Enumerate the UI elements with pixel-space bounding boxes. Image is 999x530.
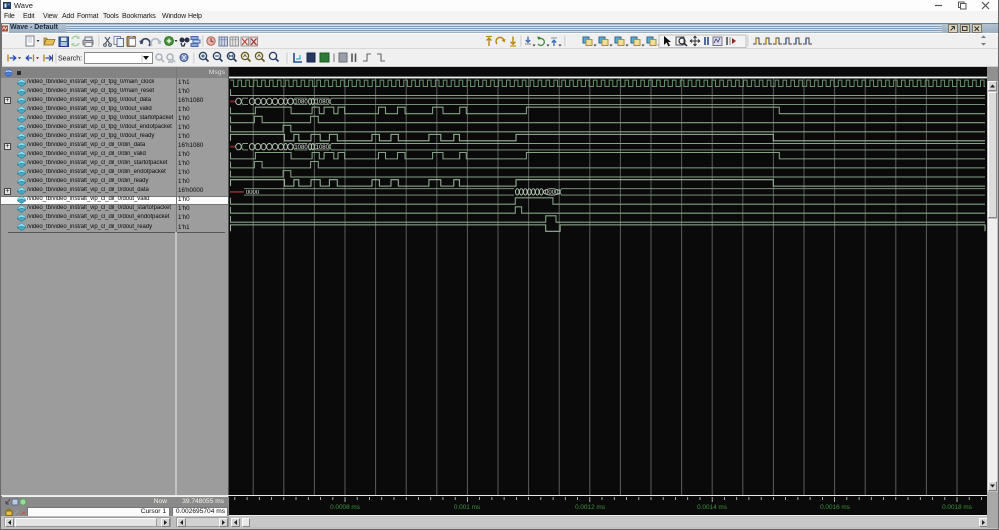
- svg-text:1080: 1080: [294, 145, 308, 151]
- svg-text:0.0018 ms: 0.0018 ms: [942, 504, 972, 511]
- svg-text:1080: 1080: [316, 145, 330, 151]
- svg-text:0.001 ms: 0.001 ms: [454, 504, 480, 511]
- svg-text:0000: 0000: [545, 190, 559, 196]
- svg-text:0.0008 ms: 0.0008 ms: [330, 504, 360, 511]
- svg-text:1080: 1080: [316, 100, 330, 106]
- svg-text:0.0016 ms: 0.0016 ms: [820, 504, 850, 511]
- svg-text:0.0014 ms: 0.0014 ms: [697, 504, 727, 511]
- svg-text:0000: 0000: [246, 190, 260, 196]
- svg-text:Search:: Search:: [58, 55, 82, 62]
- svg-text:0.0012 ms: 0.0012 ms: [575, 504, 605, 511]
- svg-text:1080: 1080: [294, 100, 308, 106]
